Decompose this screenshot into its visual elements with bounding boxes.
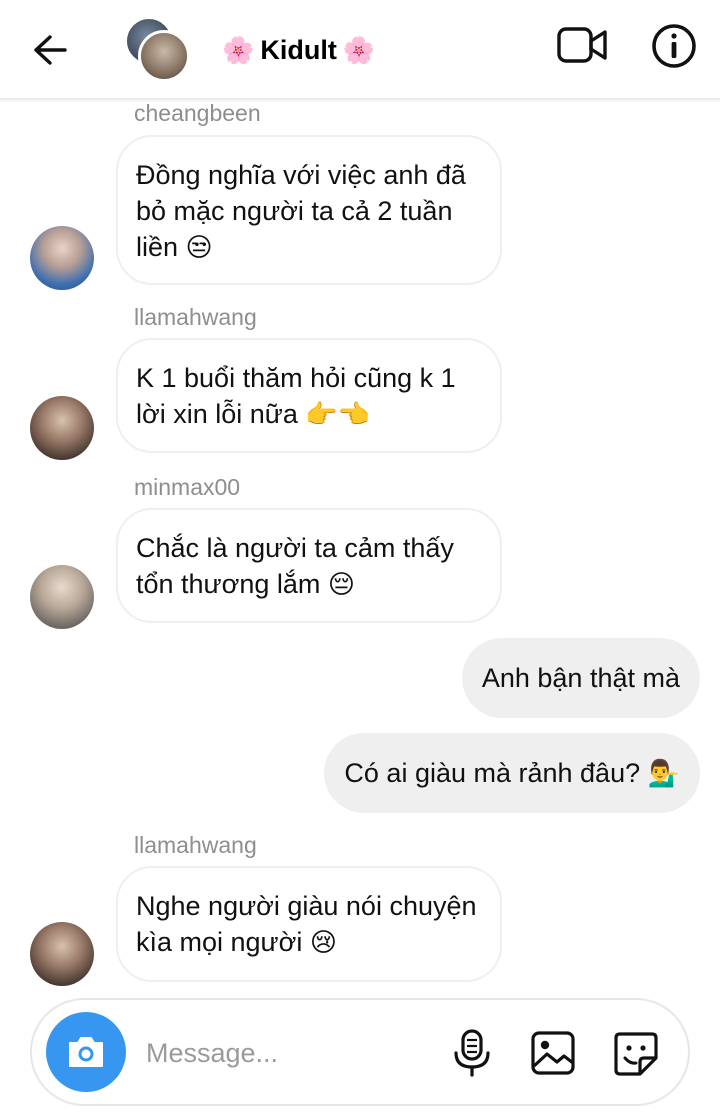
incoming-message[interactable]: K 1 buổi thăm hỏi cũng k 1 lời xin lỗi n…	[116, 338, 502, 453]
message-text: Chắc là người ta cảm thấy tổn thương lắm	[136, 533, 454, 599]
camera-icon	[69, 1037, 103, 1067]
back-button[interactable]	[28, 28, 72, 72]
sender-username: cheangbeen	[134, 100, 261, 126]
video-call-button[interactable]	[556, 24, 610, 68]
avatar[interactable]	[30, 922, 94, 986]
message-text: Anh bận thật mà	[481, 662, 680, 693]
cherry-blossom-icon: 🌸	[342, 35, 376, 65]
group-avatar[interactable]	[124, 16, 190, 82]
message-text: Nghe người giàu nói chuyện kìa mọi người	[136, 891, 477, 957]
back-arrow-icon	[34, 35, 67, 65]
microphone-icon	[454, 1029, 490, 1077]
camera-button[interactable]	[46, 1012, 126, 1092]
incoming-message[interactable]: Đồng nghĩa với việc anh đã bỏ mặc người …	[116, 135, 502, 285]
avatar[interactable]	[30, 396, 94, 460]
chat-title[interactable]: 🌸 Kidult 🌸	[222, 30, 375, 70]
sticker-button[interactable]	[612, 1030, 660, 1078]
message-text: Có ai giàu mà rảnh đâu?	[344, 757, 641, 788]
gallery-button[interactable]	[530, 1030, 576, 1076]
outgoing-message[interactable]: Có ai giàu mà rảnh đâu? 💁‍♂️	[324, 733, 700, 813]
info-button[interactable]	[650, 22, 698, 70]
crying-emoji: 😢	[309, 927, 337, 957]
chat-header: 🌸 Kidult 🌸	[0, 0, 720, 100]
info-icon	[652, 24, 696, 68]
tipping-hand-emoji: 💁‍♂️	[647, 757, 680, 788]
sender-username: minmax00	[134, 474, 241, 500]
gallery-icon	[531, 1031, 575, 1075]
incoming-message[interactable]: Nghe người giàu nói chuyện kìa mọi người…	[116, 866, 502, 982]
outgoing-message[interactable]: Anh bận thật mà	[461, 638, 700, 718]
cherry-blossom-icon: 🌸	[222, 35, 255, 65]
chat-title-text: Kidult	[260, 34, 337, 65]
sticker-icon	[614, 1032, 658, 1076]
unamused-emoji: 😒	[185, 232, 213, 262]
avatar[interactable]	[30, 226, 94, 290]
video-call-icon	[557, 27, 607, 63]
pointing-fingers-emoji: 👉👈	[305, 399, 371, 429]
incoming-message[interactable]: Chắc là người ta cảm thấy tổn thương lắm…	[116, 508, 502, 623]
message-input[interactable]	[144, 1030, 408, 1076]
sender-username: llamahwang	[134, 304, 257, 330]
message-text: K 1 buổi thăm hỏi cũng k 1 lời xin lỗi n…	[136, 363, 456, 429]
avatar[interactable]	[30, 565, 94, 629]
message-composer	[30, 998, 690, 1106]
voice-message-button[interactable]	[450, 1028, 494, 1078]
sender-username: llamahwang	[134, 832, 257, 858]
pensive-emoji: 😔	[327, 569, 355, 599]
member-avatar	[138, 30, 190, 82]
